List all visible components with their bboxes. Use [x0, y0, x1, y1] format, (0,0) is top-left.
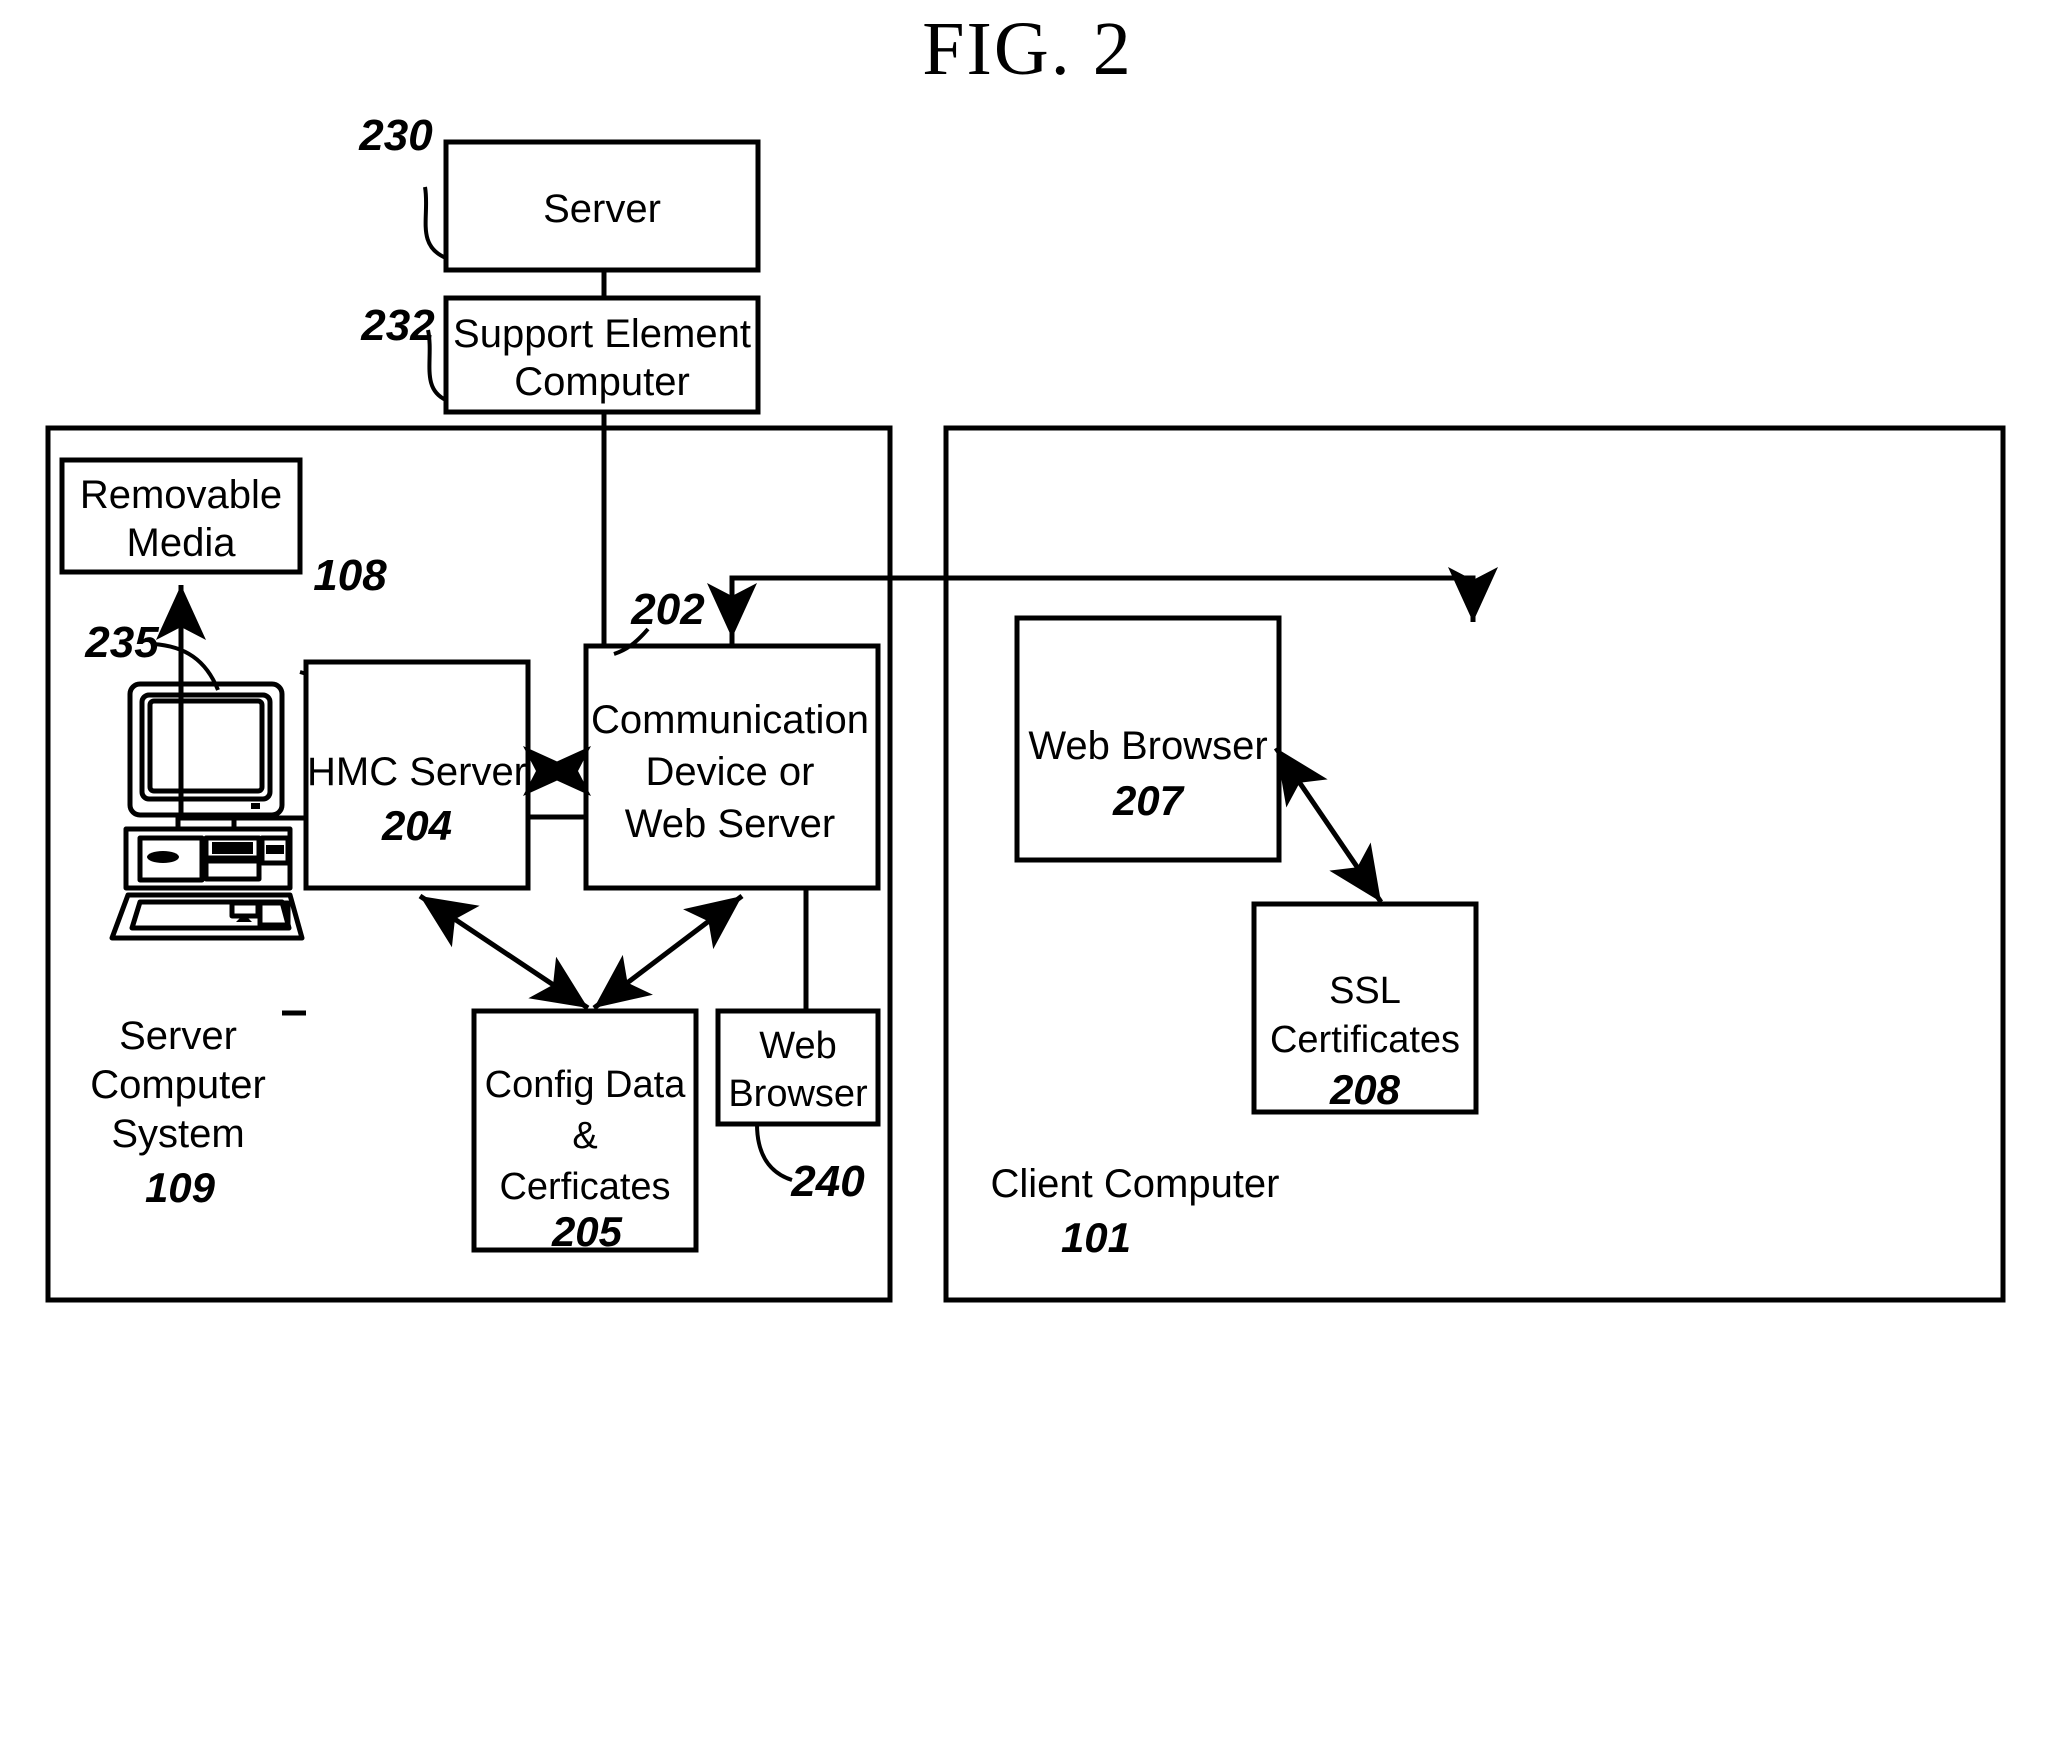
- communication-device-label-line3: Web Server: [625, 802, 835, 846]
- communication-device-label-line1: Communication: [591, 698, 869, 742]
- server-computer-system-label-line1: Server: [119, 1014, 237, 1058]
- config-data-label-line1: Config Data: [485, 1064, 687, 1106]
- patent-diagram: Server 230 Support Element Computer 232 …: [45, 111, 2006, 1303]
- server-computer-system-ref: 109: [145, 1164, 216, 1211]
- ssl-certificates-ref: 208: [1329, 1066, 1401, 1113]
- server-computer-system-label-line2: Computer: [90, 1063, 266, 1107]
- web-browser-client-ref: 207: [1112, 777, 1185, 824]
- web-browser-server-ref: 240: [790, 1157, 865, 1206]
- communication-device-ref: 202: [630, 585, 705, 634]
- figure-page: FIG. 2 Server 230 Support Element Comput…: [0, 0, 2055, 1745]
- removable-media-ref: 108: [313, 551, 387, 600]
- support-element-computer-ref: 232: [360, 301, 435, 350]
- web-browser-client-label: Web Browser: [1028, 724, 1267, 768]
- ssl-certificates-label-line1: SSL: [1329, 970, 1401, 1012]
- ref-230-leader: [423, 186, 447, 260]
- removable-media-label-line1: Removable: [80, 473, 282, 517]
- support-element-computer-label-line1: Support Element: [453, 312, 751, 356]
- hmc-server-label: HMC Server: [307, 750, 527, 794]
- config-data-label-line2: &: [572, 1115, 597, 1157]
- client-computer-label: Client Computer: [990, 1162, 1279, 1206]
- ssl-certificates-label-line2: Certificates: [1270, 1019, 1460, 1061]
- communication-device-label-line2: Device or: [646, 750, 815, 794]
- web-browser-server-label-line1: Web: [759, 1025, 836, 1067]
- config-data-ref: 205: [551, 1208, 623, 1255]
- workstation-ref: 235: [84, 618, 159, 667]
- web-browser-server-label-line2: Browser: [728, 1073, 868, 1115]
- removable-media-label-line2: Media: [127, 521, 237, 565]
- server-label: Server: [543, 187, 661, 231]
- support-element-computer-label-line2: Computer: [514, 360, 690, 404]
- server-ref: 230: [358, 111, 433, 160]
- server-computer-system-label-line3: System: [111, 1112, 244, 1156]
- hmc-server-ref: 204: [381, 802, 452, 849]
- client-computer-ref: 101: [1061, 1214, 1131, 1261]
- config-data-label-line3: Cerficates: [499, 1166, 670, 1208]
